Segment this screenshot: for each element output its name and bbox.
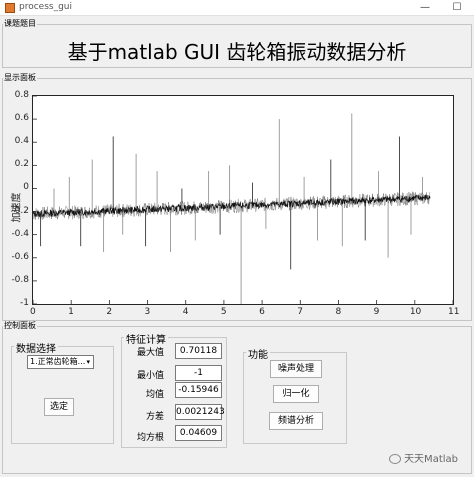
y-tick-label: -0.8 xyxy=(11,274,29,285)
x-tick-label: 9 xyxy=(373,307,380,317)
normalize-button[interactable]: 归一化 xyxy=(273,385,319,403)
y-tick-label: 0.8 xyxy=(14,90,29,100)
minimize-button[interactable]: — xyxy=(418,1,432,14)
feature-group-label: 特征计算 xyxy=(124,331,168,346)
dataset-selected: 1.正常齿轮箱... xyxy=(30,357,86,366)
data-select-label: 数据选择 xyxy=(14,340,58,355)
y-tick-label: -0.4 xyxy=(11,228,29,239)
functions-group-label: 功能 xyxy=(246,346,270,361)
x-tick-label: 7 xyxy=(297,307,303,317)
x-tick-label: 8 xyxy=(335,307,342,317)
title-panel-label: 课题题目 xyxy=(3,19,37,28)
window-titlebar: process_gui — ☐ xyxy=(0,0,474,16)
feature-name-variance: 方差 xyxy=(145,412,164,422)
feature-value-min: -1 xyxy=(175,365,222,381)
x-tick-label: 4 xyxy=(182,307,189,317)
y-tick-label: 0 xyxy=(23,182,29,193)
feature-name-mean: 均值 xyxy=(145,390,164,400)
feature-value-rms: 0.04609 xyxy=(175,425,222,441)
maximize-button[interactable]: ☐ xyxy=(450,1,464,14)
watermark-text: 天天Matlab xyxy=(404,454,458,465)
y-tick-label: -1 xyxy=(20,298,29,308)
feature-name-max: 最大值 xyxy=(136,348,164,358)
control-panel-label: 控制面板 xyxy=(3,321,37,330)
y-tick-label: 0.4 xyxy=(14,136,29,147)
spectrum-button[interactable]: 频谱分析 xyxy=(269,412,323,430)
watermark: 天天Matlab xyxy=(389,450,458,465)
dataset-dropdown[interactable]: 1.正常齿轮箱... ▾ xyxy=(27,355,94,369)
x-tick-label: 0 xyxy=(30,307,36,317)
x-tick-label: 6 xyxy=(259,307,265,317)
y-tick-label: -0.2 xyxy=(11,205,29,216)
feature-name-rms: 均方根 xyxy=(136,433,164,443)
x-tick-label: 10 xyxy=(409,307,422,317)
y-tick-label: -0.6 xyxy=(11,251,29,262)
wechat-icon xyxy=(389,454,402,464)
feature-value-max: 0.70118 xyxy=(175,343,222,359)
feature-name-min: 最小值 xyxy=(136,371,164,381)
x-tick-label: 1 xyxy=(68,307,74,317)
confirm-select-button[interactable]: 选定 xyxy=(44,398,74,416)
y-tick-label: 0.2 xyxy=(14,159,29,170)
vibration-chart xyxy=(32,95,454,305)
x-tick-label: 3 xyxy=(144,307,151,317)
vibration-plot[interactable] xyxy=(32,95,454,305)
matlab-figure-icon xyxy=(5,3,15,13)
window-title: process_gui xyxy=(19,2,73,12)
feature-value-variance: 0.0021243 xyxy=(175,404,225,420)
chevron-down-icon: ▾ xyxy=(86,358,90,366)
feature-value-mean: -0.15946 xyxy=(175,382,222,398)
display-panel-label: 显示面板 xyxy=(3,73,37,82)
y-tick-label: 0.6 xyxy=(14,113,29,124)
x-tick-label: 11 xyxy=(448,307,460,317)
page-title: 基于matlab GUI 齿轮箱振动数据分析 xyxy=(67,40,407,64)
denoise-button[interactable]: 噪声处理 xyxy=(270,360,322,378)
x-tick-label: 5 xyxy=(220,307,227,317)
x-tick-label: 2 xyxy=(106,307,113,317)
